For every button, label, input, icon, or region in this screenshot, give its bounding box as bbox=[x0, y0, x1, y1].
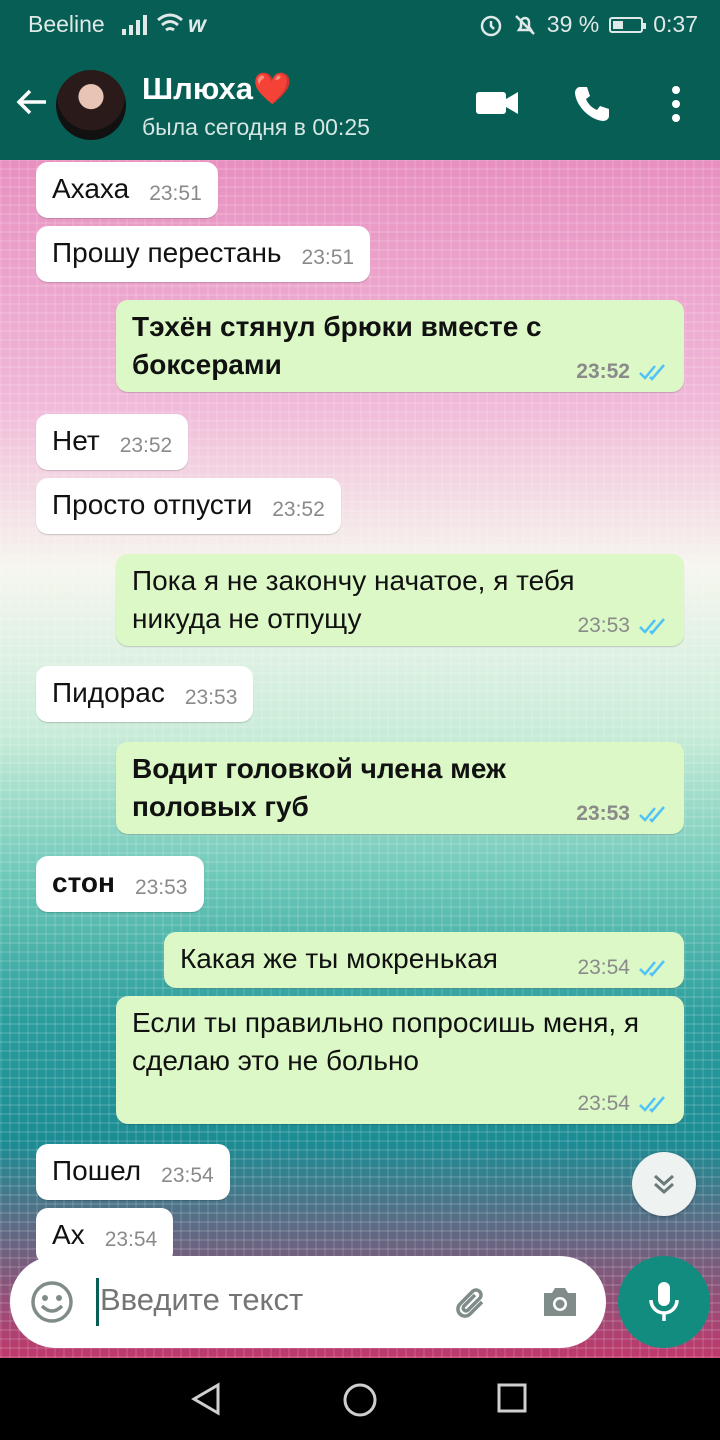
message-outgoing[interactable]: Какая же ты мокренькая 23:54 bbox=[164, 932, 684, 988]
more-vert-icon[interactable] bbox=[664, 84, 688, 124]
battery-percent: 39 % bbox=[546, 11, 600, 37]
message-time: 23:54 bbox=[577, 956, 630, 979]
message-time: 23:52 bbox=[576, 360, 630, 383]
double-check-icon bbox=[639, 806, 665, 823]
message-time: 23:52 bbox=[119, 434, 173, 457]
message-time: 23:52 bbox=[272, 498, 325, 521]
double-check-icon bbox=[639, 960, 665, 977]
message-composer[interactable] bbox=[10, 1256, 606, 1348]
message-time: 23:51 bbox=[301, 246, 355, 269]
carrier-label: Beeline bbox=[28, 11, 105, 37]
message-incoming[interactable]: Ахаха 23:51 bbox=[36, 162, 218, 218]
message-input[interactable] bbox=[100, 1282, 430, 1318]
message-time: 23:54 bbox=[104, 1228, 158, 1251]
battery-icon bbox=[609, 16, 647, 33]
signal-icon bbox=[122, 13, 147, 35]
wifi-icon bbox=[157, 13, 183, 32]
message-outgoing[interactable]: Тэхён стянул брюки вместе с боксерами 23… bbox=[116, 300, 684, 392]
message-incoming[interactable]: Пидорас 23:53 bbox=[36, 666, 254, 722]
message-time: 23:53 bbox=[184, 686, 238, 709]
status-bar: Beeline w 39 % 0:37 bbox=[0, 0, 720, 48]
message-text: Если ты правильно попросишь меня, я сдел… bbox=[132, 1007, 640, 1076]
double-check-icon bbox=[639, 1096, 665, 1113]
message-time: 23:54 bbox=[161, 1164, 214, 1187]
data-speed-icon: w bbox=[188, 11, 206, 37]
system-nav-bar bbox=[0, 1358, 720, 1440]
message-incoming[interactable]: Просто отпусти 23:52 bbox=[36, 478, 341, 534]
video-call-icon[interactable] bbox=[474, 84, 520, 120]
message-incoming[interactable]: Нет 23:52 bbox=[36, 414, 189, 470]
double-check-icon bbox=[639, 364, 665, 381]
message-time: 23:51 bbox=[149, 182, 202, 205]
message-time: 23:53 bbox=[134, 876, 188, 899]
chat-header: Шлюха❤️ была сегодня в 00:25 bbox=[0, 48, 720, 160]
message-outgoing[interactable]: Если ты правильно попросишь меня, я сдел… bbox=[116, 996, 684, 1124]
contact-name-text: Шлюха bbox=[142, 71, 254, 106]
message-text: Ахаха bbox=[52, 173, 130, 204]
message-outgoing[interactable]: Пока я не закончу начатое, я тебя никуда… bbox=[116, 554, 684, 646]
message-text: Просто отпусти bbox=[52, 489, 253, 520]
chevron-double-down-icon bbox=[654, 1174, 674, 1195]
emoji-icon[interactable] bbox=[30, 1280, 74, 1324]
mute-bell-icon bbox=[514, 14, 535, 35]
paperclip-icon[interactable] bbox=[452, 1282, 492, 1322]
message-text: Пошел bbox=[52, 1155, 142, 1186]
contact-name[interactable]: Шлюха❤️ bbox=[142, 70, 292, 107]
message-time: 23:53 bbox=[577, 614, 630, 637]
message-text: Нет bbox=[52, 425, 100, 456]
nav-home-icon[interactable] bbox=[342, 1382, 378, 1418]
camera-icon[interactable] bbox=[540, 1284, 580, 1320]
message-text: Пидорас bbox=[52, 677, 165, 708]
message-outgoing[interactable]: Водит головкой члена меж половых губ 23:… bbox=[116, 742, 684, 834]
message-incoming[interactable]: Прошу перестань 23:51 bbox=[36, 226, 371, 282]
message-list[interactable]: Ахаха 23:51 Прошу перестань 23:51 Тэхён … bbox=[0, 160, 720, 1358]
message-text: Ах bbox=[52, 1219, 85, 1250]
message-text: Прошу перестань bbox=[52, 237, 282, 268]
avatar[interactable] bbox=[56, 70, 126, 140]
message-time: 23:54 bbox=[577, 1092, 630, 1115]
message-text: стон bbox=[52, 867, 115, 898]
nav-back-icon[interactable] bbox=[190, 1382, 222, 1416]
arrow-left-icon[interactable] bbox=[14, 84, 50, 120]
double-check-icon bbox=[639, 618, 665, 635]
message-incoming[interactable]: Пошел 23:54 bbox=[36, 1144, 230, 1200]
phone-icon[interactable] bbox=[572, 84, 612, 124]
last-seen: была сегодня в 00:25 bbox=[142, 114, 370, 140]
scroll-to-bottom-button[interactable] bbox=[632, 1152, 696, 1216]
text-caret bbox=[96, 1278, 99, 1326]
heart-emoji: ❤️ bbox=[253, 71, 292, 106]
message-incoming[interactable]: стон 23:53 bbox=[36, 856, 204, 912]
mic-icon bbox=[649, 1282, 679, 1321]
message-time: 23:53 bbox=[576, 802, 630, 825]
alarm-icon bbox=[480, 15, 502, 36]
mic-button[interactable] bbox=[618, 1256, 710, 1348]
clock: 0:37 bbox=[653, 11, 698, 37]
nav-recents-icon[interactable] bbox=[496, 1382, 528, 1414]
